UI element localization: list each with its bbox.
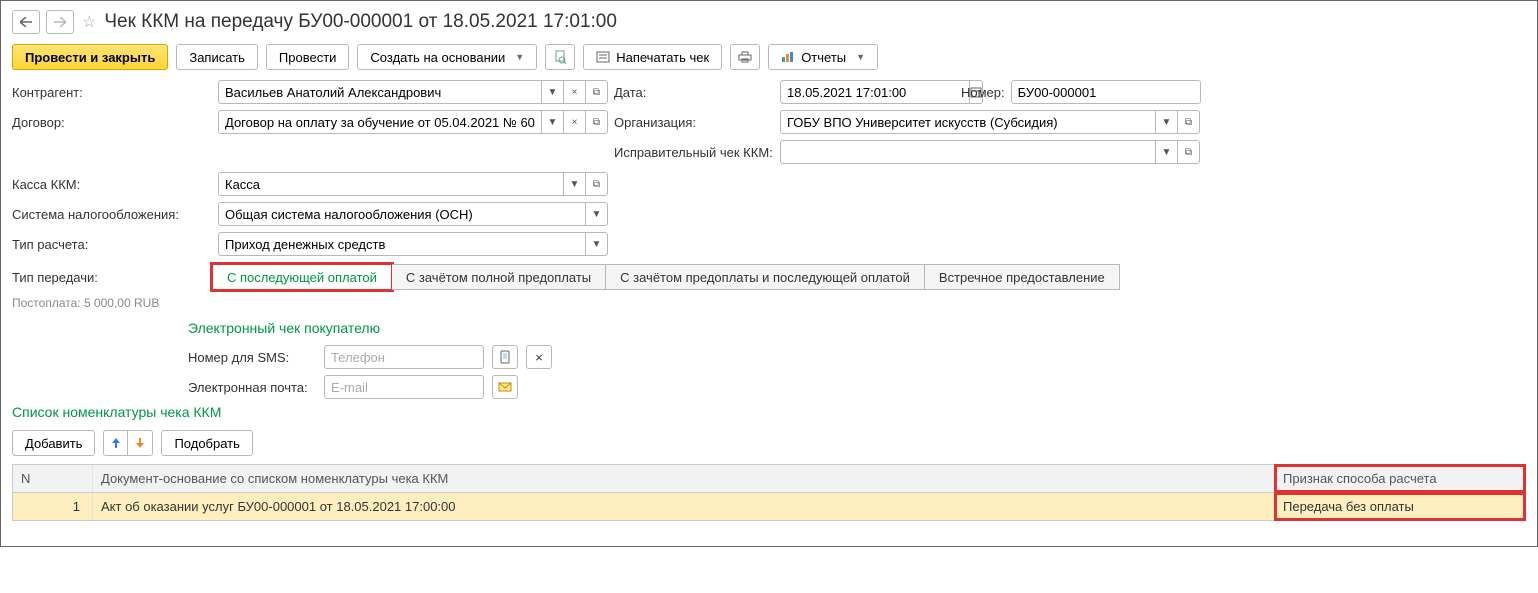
form-row-1: Контрагент: ▼ × ⧉ Дата: Номер: Договор: … (6, 76, 1532, 168)
transfer-option-prepay-and-later[interactable]: С зачётом предоплаты и последующей оплат… (606, 264, 925, 290)
move-buttons (103, 430, 153, 456)
save-button[interactable]: Записать (176, 44, 258, 70)
calc-type-input[interactable] (218, 232, 586, 256)
number-label: Номер: (961, 85, 1005, 100)
chevron-down-icon: ▼ (856, 52, 865, 62)
receipt-icon (596, 51, 610, 63)
cell-doc: Акт об оказании услуг БУ00-000001 от 18.… (93, 493, 1275, 520)
tax-label: Система налогообложения: (12, 207, 212, 222)
favorite-star-icon[interactable]: ☆ (82, 12, 96, 32)
page-title: Чек ККМ на передачу БУ00-000001 от 18.05… (104, 11, 617, 33)
contract-input[interactable] (218, 110, 542, 134)
counterparty-field: ▼ × ⧉ (218, 80, 608, 104)
table-header: N Документ-основание со списком номенкла… (13, 465, 1525, 493)
org-field: ▼ ⧉ (780, 110, 1200, 134)
dropdown-btn[interactable]: ▼ (542, 80, 564, 104)
col-doc: Документ-основание со списком номенклату… (93, 465, 1275, 492)
echeck-section: Электронный чек покупателю Номер для SMS… (6, 318, 1532, 402)
contract-field: ▼ × ⧉ (218, 110, 608, 134)
list-section-title: Список номенклатуры чека ККМ (6, 402, 1532, 426)
kassa-label: Касса ККМ: (12, 177, 212, 192)
envelope-icon (498, 381, 512, 393)
calc-type-label: Тип расчета: (12, 237, 212, 252)
printer-icon (738, 51, 752, 63)
col-sign: Признак способа расчета (1275, 465, 1525, 492)
open-btn[interactable]: ⧉ (1178, 110, 1200, 134)
arrow-up-icon (111, 437, 121, 449)
counterparty-label: Контрагент: (12, 85, 212, 100)
print-button[interactable] (730, 44, 760, 70)
tax-input[interactable] (218, 202, 586, 226)
dropdown-btn[interactable]: ▼ (586, 232, 608, 256)
col-n: N (13, 465, 93, 492)
nomenclature-table: N Документ-основание со списком номенкла… (12, 464, 1526, 521)
form-block-2: Касса ККМ: ▼ ⧉ Система налогообложения: … (6, 168, 1532, 260)
pick-button[interactable]: Подобрать (161, 430, 252, 456)
add-row-button[interactable]: Добавить (12, 430, 95, 456)
arrow-right-icon (54, 17, 66, 27)
search-document-button[interactable] (545, 44, 575, 70)
number-input[interactable] (1011, 80, 1201, 104)
header-bar: ☆ Чек ККМ на передачу БУ00-000001 от 18.… (6, 6, 1532, 38)
cell-n: 1 (13, 493, 93, 520)
date-input[interactable] (780, 80, 970, 104)
open-btn[interactable]: ⧉ (1178, 140, 1200, 164)
transfer-type-row: Тип передачи: С последующей оплатой С за… (6, 260, 1532, 294)
sms-clear-button[interactable]: × (526, 345, 552, 369)
transfer-option-counter[interactable]: Встречное предоставление (925, 264, 1120, 290)
print-check-label: Напечатать чек (616, 50, 709, 65)
transfer-type-label: Тип передачи: (12, 270, 212, 285)
magnifier-page-icon (553, 50, 567, 64)
correction-input[interactable] (780, 140, 1156, 164)
email-label: Электронная почта: (188, 380, 316, 395)
transfer-option-later-payment[interactable]: С последующей оплатой (212, 264, 392, 290)
phone-icon (499, 350, 511, 364)
conduct-close-button[interactable]: Провести и закрыть (12, 44, 168, 70)
transfer-option-full-prepay[interactable]: С зачётом полной предоплаты (392, 264, 606, 290)
list-toolbar: Добавить Подобрать (6, 426, 1532, 460)
arrow-left-icon (20, 17, 32, 27)
email-input[interactable] (324, 375, 484, 399)
org-input[interactable] (780, 110, 1156, 134)
chevron-down-icon: ▼ (515, 52, 524, 62)
sms-input[interactable] (324, 345, 484, 369)
create-based-label: Создать на основании (370, 50, 505, 65)
move-down-button[interactable] (128, 431, 152, 455)
phone-pick-button[interactable] (492, 345, 518, 369)
main-toolbar: Провести и закрыть Записать Провести Соз… (6, 38, 1532, 76)
open-btn[interactable]: ⧉ (586, 80, 608, 104)
move-up-button[interactable] (104, 431, 128, 455)
email-pick-button[interactable] (492, 375, 518, 399)
postpay-info: Постоплата: 5 000,00 RUB (6, 294, 1532, 318)
create-based-on-button[interactable]: Создать на основании ▼ (357, 44, 537, 70)
kassa-input[interactable] (218, 172, 564, 196)
reports-label: Отчеты (801, 50, 846, 65)
nav-forward-button[interactable] (46, 10, 74, 34)
clear-btn[interactable]: × (564, 110, 586, 134)
bar-chart-icon (781, 51, 795, 63)
conduct-button[interactable]: Провести (266, 44, 350, 70)
contract-label: Договор: (12, 115, 212, 130)
open-btn[interactable]: ⧉ (586, 172, 608, 196)
dropdown-btn[interactable]: ▼ (542, 110, 564, 134)
dropdown-btn[interactable]: ▼ (586, 202, 608, 226)
correction-field: ▼ ⧉ (780, 140, 1200, 164)
cell-sign: Передача без оплаты (1275, 493, 1525, 520)
clear-btn[interactable]: × (564, 80, 586, 104)
counterparty-input[interactable] (218, 80, 542, 104)
date-label: Дата: (614, 85, 774, 100)
table-row[interactable]: 1 Акт об оказании услуг БУ00-000001 от 1… (13, 493, 1525, 520)
dropdown-btn[interactable]: ▼ (1156, 140, 1178, 164)
nav-back-button[interactable] (12, 10, 40, 34)
org-label: Организация: (614, 115, 774, 130)
correction-label: Исправительный чек ККМ: (614, 145, 774, 160)
open-btn[interactable]: ⧉ (586, 110, 608, 134)
dropdown-btn[interactable]: ▼ (1156, 110, 1178, 134)
dropdown-btn[interactable]: ▼ (564, 172, 586, 196)
arrow-down-icon (135, 437, 145, 449)
reports-button[interactable]: Отчеты ▼ (768, 44, 878, 70)
echeck-title: Электронный чек покупателю (188, 318, 1532, 342)
print-check-button[interactable]: Напечатать чек (583, 44, 722, 70)
sms-label: Номер для SMS: (188, 350, 316, 365)
